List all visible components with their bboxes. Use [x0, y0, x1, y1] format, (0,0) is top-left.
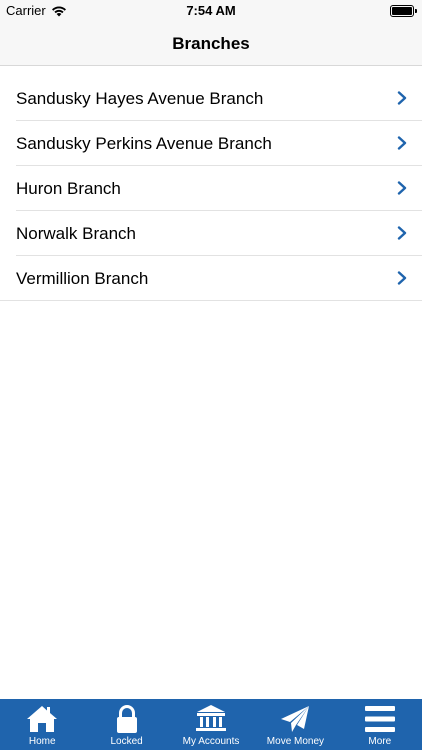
lock-icon — [116, 705, 137, 733]
tab-locked[interactable]: Locked — [84, 699, 168, 750]
tab-label: More — [368, 736, 392, 747]
branch-row-sandusky-perkins[interactable]: Sandusky Perkins Avenue Branch — [0, 121, 422, 166]
tab-move-money[interactable]: Move Money — [253, 699, 337, 750]
chevron-right-icon — [397, 91, 407, 105]
paper-plane-icon — [281, 706, 310, 732]
home-icon — [27, 706, 58, 732]
menu-icon — [364, 706, 395, 732]
branch-label: Sandusky Perkins Avenue Branch — [16, 133, 272, 153]
branch-row-huron[interactable]: Huron Branch — [0, 166, 422, 211]
branch-label: Vermillion Branch — [16, 268, 149, 288]
branch-label: Norwalk Branch — [16, 223, 136, 243]
tab-bar: Home Locked My Accounts Move Money More — [0, 699, 422, 750]
tab-label: My Accounts — [182, 736, 240, 747]
branch-list: Sandusky Hayes Avenue Branch Sandusky Pe… — [0, 76, 422, 301]
tab-home[interactable]: Home — [0, 699, 84, 750]
branch-row-norwalk[interactable]: Norwalk Branch — [0, 211, 422, 256]
chevron-right-icon — [397, 181, 407, 195]
status-time: 7:54 AM — [186, 3, 236, 18]
chevron-right-icon — [397, 226, 407, 240]
navigation-bar: Branches — [0, 22, 422, 66]
branch-label: Huron Branch — [16, 178, 121, 198]
battery-icon — [390, 5, 417, 17]
page-title: Branches — [172, 34, 250, 53]
tab-label: Move Money — [266, 736, 325, 747]
branch-row-vermillion[interactable]: Vermillion Branch — [0, 256, 422, 301]
branch-row-sandusky-hayes[interactable]: Sandusky Hayes Avenue Branch — [0, 76, 422, 121]
tab-label: Locked — [110, 736, 143, 747]
bank-icon — [196, 705, 227, 731]
branch-label: Sandusky Hayes Avenue Branch — [16, 88, 264, 108]
status-bar: Carrier 7:54 AM — [0, 0, 422, 22]
tab-label: Home — [28, 736, 56, 747]
chevron-right-icon — [397, 271, 407, 285]
chevron-right-icon — [397, 136, 407, 150]
tab-my-accounts[interactable]: My Accounts — [169, 699, 253, 750]
tab-more[interactable]: More — [338, 699, 422, 750]
